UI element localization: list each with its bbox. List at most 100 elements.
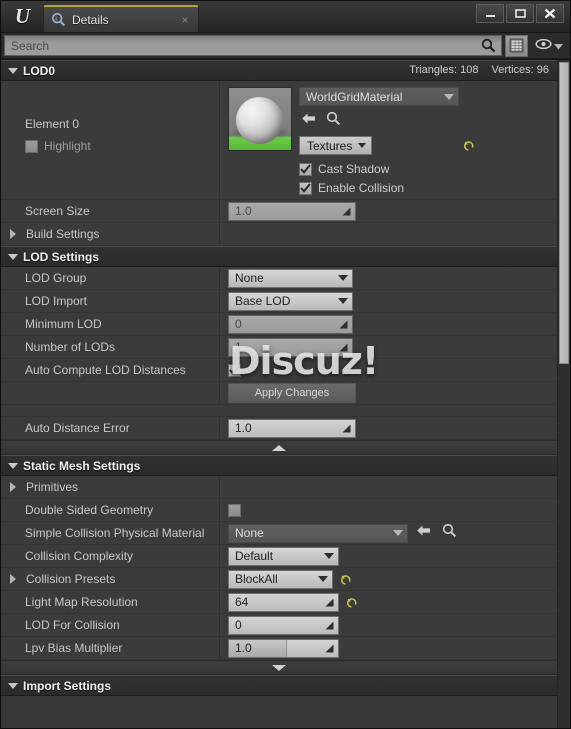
row-minimum-lod: Minimum LOD 0 (1, 313, 557, 336)
collision-presets-combo[interactable]: BlockAll (228, 569, 333, 589)
scrollbar-thumb[interactable] (559, 62, 569, 364)
row-lod-import: LOD Import Base LOD (1, 290, 557, 313)
browse-search-icon[interactable] (326, 111, 341, 131)
row-build-settings[interactable]: Build Settings (1, 223, 557, 246)
collapse-static-mesh-settings-button[interactable] (1, 660, 557, 675)
row-light-map-resolution: Light Map Resolution 64 (1, 591, 557, 614)
static-mesh-settings-rows: Primitives Double Sided Geometry Simple … (1, 476, 557, 660)
material-thumbnail[interactable] (228, 87, 292, 151)
collapse-down-icon (272, 664, 286, 671)
spinner-icon[interactable] (321, 617, 337, 634)
screen-size-field[interactable]: 1.0 (228, 201, 356, 221)
chevron-down-icon (554, 37, 563, 55)
simple-collision-material-combo[interactable]: None (228, 523, 408, 543)
maximize-button[interactable] (506, 4, 534, 23)
screen-size-value: 1.0 (235, 204, 252, 218)
chevron-down-icon (358, 143, 367, 148)
chevron-down-icon (444, 93, 454, 100)
minimum-lod-field[interactable]: 0 (228, 314, 353, 334)
details-window: U i Details × Search LOD0 Triangles: 108… (0, 0, 571, 729)
lpv-bias-multiplier-value: 1.0 (229, 639, 287, 657)
lod-group-combo[interactable]: None (228, 268, 353, 288)
category-header-lod0[interactable]: LOD0 Triangles: 108 Vertices: 96 (1, 60, 557, 81)
light-map-resolution-field[interactable]: 64 (228, 592, 339, 612)
svg-text:i: i (55, 17, 57, 23)
minimize-button[interactable] (476, 4, 504, 23)
category-header-import-settings[interactable]: Import Settings (1, 675, 557, 696)
spinner-icon[interactable] (338, 203, 354, 220)
collision-presets-label-cell[interactable]: Collision Presets (1, 568, 220, 590)
spinner-icon[interactable] (321, 640, 337, 657)
primitives-label-cell[interactable]: Primitives (1, 476, 220, 498)
screen-size-value-cell: 1.0 (220, 200, 557, 222)
row-simple-collision-physical-material: Simple Collision Physical Material None (1, 522, 557, 545)
category-header-lod-settings[interactable]: LOD Settings (1, 246, 557, 267)
material-combo[interactable]: WorldGridMaterial (299, 87, 459, 106)
highlight-checkbox[interactable] (25, 139, 38, 153)
window-controls (476, 4, 564, 23)
build-settings-label-cell[interactable]: Build Settings (1, 223, 220, 245)
auto-distance-error-value: 1.0 (235, 421, 252, 435)
search-icon[interactable] (479, 36, 497, 55)
revert-icon-light-map-resolution[interactable] (345, 596, 358, 609)
search-field[interactable] (4, 35, 502, 56)
row-primitives[interactable]: Primitives (1, 476, 557, 499)
grid-view-icon[interactable] (505, 34, 528, 57)
double-sided-checkbox[interactable] (228, 503, 241, 517)
back-arrow-icon[interactable] (301, 112, 317, 130)
cast-shadow-row[interactable]: Cast Shadow (299, 162, 557, 176)
enable-collision-checkbox[interactable] (299, 181, 312, 195)
category-title: Static Mesh Settings (23, 458, 141, 473)
back-arrow-icon[interactable] (416, 524, 432, 542)
lpv-bias-multiplier-value-cell: 1.0 (220, 637, 557, 659)
apply-changes-button[interactable]: Apply Changes (228, 383, 356, 403)
collision-complexity-value: Default (235, 549, 274, 563)
lpv-bias-multiplier-label: Lpv Bias Multiplier (1, 637, 220, 659)
material-fields: WorldGridMaterial Textures Cast Shadow E… (299, 87, 557, 195)
revert-icon-collision-presets[interactable] (339, 573, 352, 586)
row-lod-for-collision: LOD For Collision 0 (1, 614, 557, 637)
lod-for-collision-field[interactable]: 0 (228, 615, 339, 635)
apply-changes-button-label: Apply Changes (254, 387, 330, 399)
tab-details[interactable]: i Details × (43, 5, 199, 32)
close-button[interactable] (536, 4, 564, 23)
details-body: LOD0 Triangles: 108 Vertices: 96 Element… (1, 59, 570, 728)
textures-button[interactable]: Textures (299, 136, 373, 155)
enable-collision-row[interactable]: Enable Collision (299, 181, 557, 195)
search-input[interactable] (11, 37, 479, 54)
chevron-down-icon (8, 682, 18, 689)
light-map-resolution-label: Light Map Resolution (1, 591, 220, 613)
revert-icon-material[interactable] (462, 139, 475, 152)
lod-for-collision-value-cell: 0 (220, 614, 557, 636)
spinner-icon[interactable] (335, 339, 351, 356)
material-nav-row (299, 111, 557, 131)
category-header-static-mesh-settings[interactable]: Static Mesh Settings (1, 455, 557, 476)
lpv-bias-multiplier-field[interactable]: 1.0 (228, 638, 339, 658)
chevron-right-icon (10, 482, 16, 492)
spinner-icon[interactable] (335, 316, 351, 333)
browse-search-icon[interactable] (442, 523, 457, 543)
number-of-lods-field[interactable]: 1 (228, 337, 353, 357)
tab-close-icon[interactable]: × (178, 14, 192, 26)
double-sided-value-cell (220, 499, 557, 521)
spinner-icon[interactable] (321, 594, 337, 611)
unreal-logo-icon: U (14, 3, 30, 28)
build-settings-value-cell (220, 223, 557, 245)
auto-distance-error-field[interactable]: 1.0 (228, 418, 356, 438)
auto-compute-checkbox[interactable] (228, 363, 241, 377)
spinner-icon[interactable] (338, 420, 354, 437)
apply-changes-value-cell: Apply Changes (220, 382, 557, 404)
chevron-right-icon (10, 574, 16, 584)
screen-size-label: Screen Size (1, 200, 220, 222)
collision-complexity-combo[interactable]: Default (228, 546, 339, 566)
view-options-button[interactable] (531, 37, 566, 55)
lod0-stats: Triangles: 108 Vertices: 96 (409, 64, 549, 76)
collapse-lod-settings-button[interactable] (1, 440, 557, 455)
row-screen-size: Screen Size 1.0 (1, 200, 557, 223)
vertical-scrollbar[interactable] (557, 60, 570, 728)
lod-import-combo[interactable]: Base LOD (228, 291, 353, 311)
cast-shadow-checkbox[interactable] (299, 162, 312, 176)
chevron-down-icon (338, 298, 348, 304)
category-title: Import Settings (23, 678, 112, 693)
highlight-checkbox-row[interactable]: Highlight (25, 139, 219, 153)
